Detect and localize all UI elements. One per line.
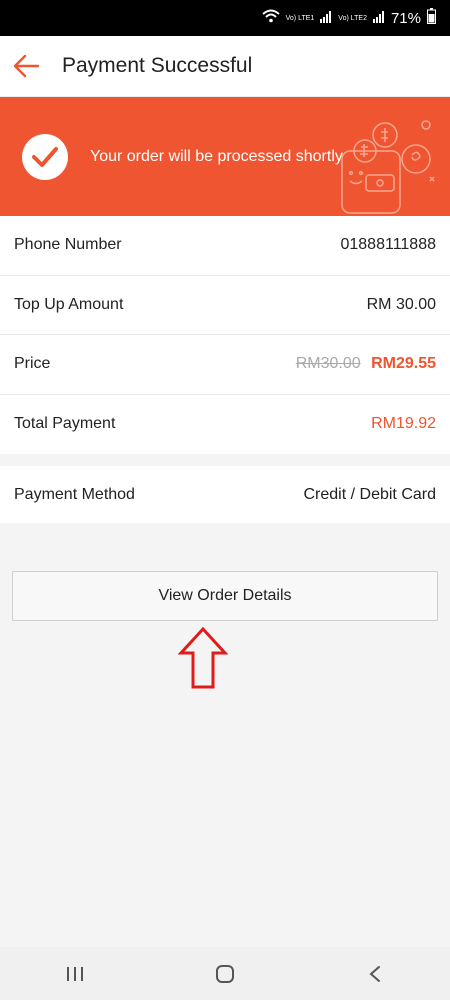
payment-method-label: Payment Method bbox=[14, 485, 135, 503]
phone-number-value: 01888111888 bbox=[340, 236, 436, 254]
signal-icon bbox=[320, 10, 332, 27]
top-up-amount-label: Top Up Amount bbox=[14, 295, 124, 313]
system-nav-bar bbox=[0, 947, 450, 1000]
order-details: Phone Number 01888111888 Top Up Amount R… bbox=[0, 216, 450, 454]
status-bar: Vo) LTE1 Vo) LTE2 71% bbox=[0, 0, 450, 36]
total-payment-row: Total Payment RM19.92 bbox=[0, 395, 450, 455]
section-divider bbox=[0, 454, 450, 466]
lte1-label: Vo) LTE1 bbox=[285, 14, 315, 22]
signal-icon bbox=[372, 10, 385, 27]
wallet-illustration-icon bbox=[330, 97, 450, 216]
top-up-amount-row: Top Up Amount RM 30.00 bbox=[0, 276, 450, 335]
payment-method-row: Payment Method Credit / Debit Card bbox=[0, 466, 450, 523]
discounted-price: RM29.55 bbox=[371, 355, 436, 373]
success-banner: Your order will be processed shortly bbox=[0, 97, 450, 216]
page-title: Payment Successful bbox=[62, 54, 253, 77]
price-row: Price RM30.00 RM29.55 bbox=[0, 335, 450, 395]
total-payment-value: RM19.92 bbox=[371, 415, 436, 433]
lte2-label: Vo) LTE2 bbox=[338, 14, 367, 22]
phone-number-label: Phone Number bbox=[14, 236, 122, 254]
price-label: Price bbox=[14, 355, 51, 373]
phone-number-row: Phone Number 01888111888 bbox=[0, 216, 450, 276]
view-order-details-button[interactable]: View Order Details bbox=[12, 571, 438, 621]
battery-percent: 71% bbox=[390, 9, 421, 27]
actions: View Order Details bbox=[0, 523, 450, 621]
check-icon bbox=[22, 133, 68, 180]
back-icon[interactable] bbox=[355, 954, 395, 994]
success-message: Your order will be processed shortly bbox=[90, 147, 343, 165]
wifi-icon bbox=[261, 9, 280, 27]
top-up-amount-value: RM 30.00 bbox=[366, 295, 436, 313]
back-arrow-icon[interactable] bbox=[12, 49, 46, 83]
payment-method-value: Credit / Debit Card bbox=[303, 485, 437, 503]
recents-icon[interactable] bbox=[55, 954, 95, 994]
original-price: RM30.00 bbox=[295, 355, 361, 373]
total-payment-label: Total Payment bbox=[14, 415, 116, 433]
up-arrow-annotation bbox=[177, 626, 229, 694]
home-icon[interactable] bbox=[205, 954, 245, 994]
battery-icon bbox=[427, 8, 436, 28]
app-bar: Payment Successful bbox=[0, 36, 450, 97]
